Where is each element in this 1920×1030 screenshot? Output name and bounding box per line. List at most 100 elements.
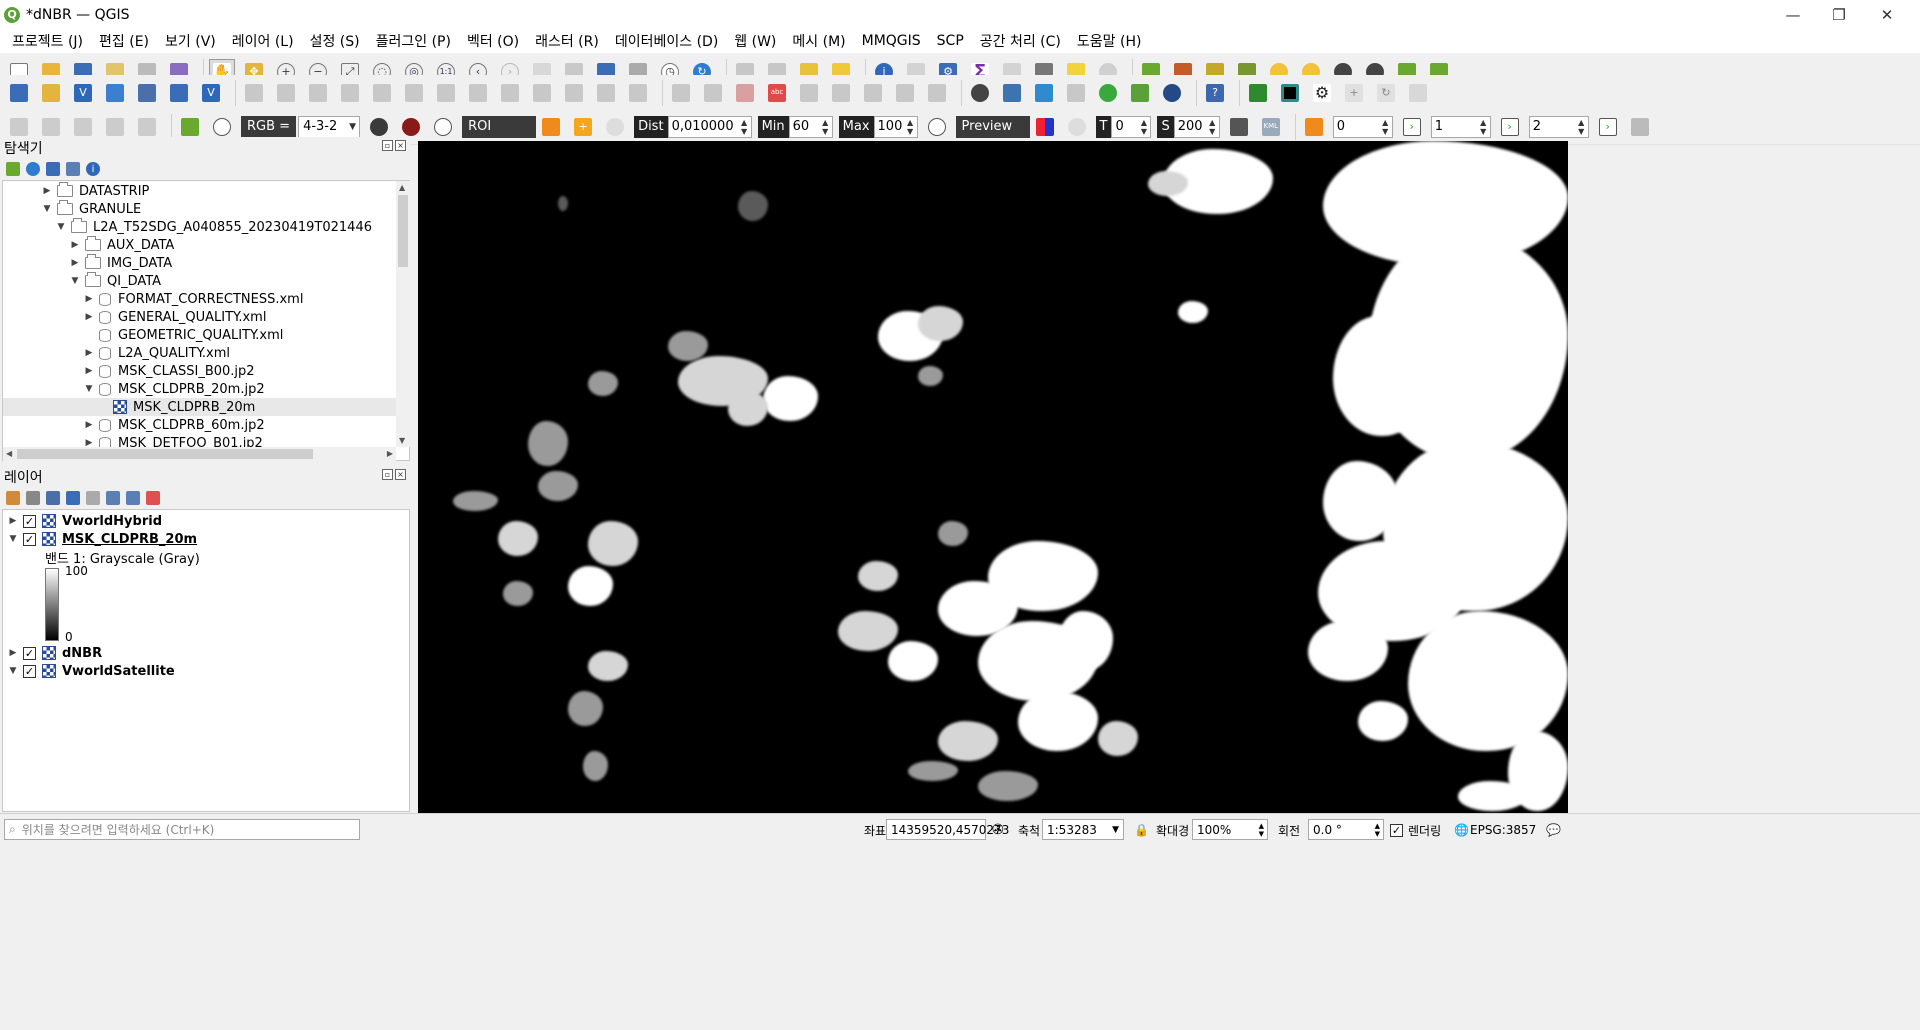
filter-browser-icon[interactable] bbox=[46, 162, 60, 176]
layer-row-vworldsatellite[interactable]: ▼ ✓ VworldSatellite bbox=[7, 662, 175, 680]
scp-roi-redo-circle-icon[interactable] bbox=[602, 114, 628, 140]
plugin-sync-icon[interactable] bbox=[1095, 80, 1121, 106]
scp-zoom-image-icon[interactable] bbox=[209, 114, 235, 140]
tree-item[interactable]: ▶ MSK_CLASSI_B00.jp2 bbox=[83, 362, 255, 380]
expand-all-icon[interactable] bbox=[106, 491, 120, 505]
label-move-icon[interactable] bbox=[796, 80, 822, 106]
chevron-down-icon[interactable]: ▼ bbox=[7, 534, 19, 544]
collapse-all-icon[interactable] bbox=[66, 162, 80, 176]
remove-layer-icon[interactable] bbox=[146, 491, 160, 505]
label-show-icon[interactable] bbox=[892, 80, 918, 106]
menu-plugins[interactable]: 플러그인 (P) bbox=[368, 31, 459, 51]
label-rotate-icon[interactable] bbox=[828, 80, 854, 106]
modify-attributes-icon[interactable] bbox=[433, 80, 459, 106]
chevron-down-icon[interactable]: ▼ bbox=[83, 384, 95, 394]
save-edits-icon[interactable] bbox=[305, 80, 331, 106]
band-a-input[interactable]: 0 ▲ ▼ bbox=[1332, 115, 1393, 138]
menu-layer[interactable]: 레이어 (L) bbox=[224, 31, 302, 51]
close-panel-icon[interactable]: × bbox=[395, 469, 406, 480]
label-tool-icon[interactable] bbox=[668, 80, 694, 106]
minimize-button[interactable]: — bbox=[1770, 0, 1816, 29]
coord-capture-icon[interactable] bbox=[967, 80, 993, 106]
tree-item[interactable]: ▶ MSK_CLDPRB_60m.jp2 bbox=[83, 416, 265, 434]
scroll-left-icon[interactable]: ◀ bbox=[6, 449, 12, 458]
chevron-right-icon[interactable]: ▶ bbox=[7, 516, 19, 526]
vertex-tool-icon[interactable] bbox=[401, 80, 427, 106]
copy-features-icon[interactable] bbox=[529, 80, 555, 106]
menu-database[interactable]: 데이터베이스 (D) bbox=[607, 31, 726, 51]
chevron-down-icon[interactable]: ▼ bbox=[55, 222, 67, 232]
scale-combo[interactable]: 1:53283 ▼ bbox=[1042, 819, 1124, 840]
add-line-icon[interactable] bbox=[369, 80, 395, 106]
scp-stretch-icon[interactable] bbox=[366, 114, 392, 140]
scroll-right-icon[interactable]: ▶ bbox=[387, 449, 393, 458]
rotation-spin[interactable]: 0.0 ° ▲ ▼ bbox=[1308, 819, 1384, 840]
menu-project[interactable]: 프로젝트 (J) bbox=[4, 31, 91, 51]
tree-item-selected[interactable]: MSK_CLDPRB_20m bbox=[3, 398, 396, 416]
scroll-thumb[interactable] bbox=[398, 195, 408, 267]
tree-item[interactable]: ▶ FORMAT_CORRECTNESS.xml bbox=[83, 290, 304, 308]
delete-selected-icon[interactable] bbox=[465, 80, 491, 106]
tree-item[interactable]: ▼ L2A_T52SDG_A040855_20230419T021446 bbox=[55, 218, 372, 236]
tree-item[interactable]: ▶ IMG_DATA bbox=[69, 254, 172, 272]
layer-visibility-checkbox[interactable]: ✓ bbox=[23, 532, 36, 546]
chevron-right-icon[interactable]: ▶ bbox=[7, 648, 19, 658]
scp-arrow-right-2-icon[interactable]: › bbox=[1497, 114, 1523, 140]
label-diagram-icon[interactable] bbox=[924, 80, 950, 106]
properties-info-icon[interactable]: i bbox=[86, 162, 100, 176]
layer-row-msk-cldprb[interactable]: ▼ ✓ MSK_CLDPRB_20m bbox=[7, 530, 198, 548]
plugin-globe-icon[interactable] bbox=[1159, 80, 1185, 106]
collapse-all-layers-icon[interactable] bbox=[126, 491, 140, 505]
chevron-right-icon[interactable]: ▶ bbox=[41, 186, 53, 196]
filter-expression-icon[interactable] bbox=[86, 491, 100, 505]
s-input[interactable]: 200 ▲ ▼ bbox=[1173, 115, 1220, 138]
scp-table-icon[interactable] bbox=[1627, 114, 1653, 140]
map-canvas[interactable] bbox=[418, 141, 1568, 813]
scp-settings-gear-icon[interactable]: ⚙ bbox=[1309, 80, 1335, 106]
browser-horizontal-scrollbar[interactable]: ◀ ▶ bbox=[3, 447, 396, 461]
chevron-down-icon[interactable]: ▼ bbox=[41, 204, 53, 214]
menu-processing[interactable]: 공간 처리 (C) bbox=[972, 31, 1069, 51]
add-wms-icon[interactable] bbox=[134, 80, 160, 106]
tree-item[interactable]: ▼ GRANULE bbox=[41, 200, 141, 218]
menu-raster[interactable]: 래스터 (R) bbox=[527, 31, 607, 51]
scp-roi-plus-icon[interactable]: + bbox=[570, 114, 596, 140]
label-pin-icon[interactable] bbox=[700, 80, 726, 106]
layer-visibility-checkbox[interactable]: ✓ bbox=[23, 514, 36, 528]
scp-roi-draw-icon[interactable] bbox=[538, 114, 564, 140]
dist-input[interactable]: 0,010000 ▲ ▼ bbox=[667, 115, 752, 138]
scp-preview-color-icon[interactable] bbox=[1032, 114, 1058, 140]
messages-icon[interactable]: 💬 bbox=[1546, 820, 1561, 840]
help-question-icon[interactable]: ? bbox=[1202, 80, 1228, 106]
close-panel-icon[interactable]: × bbox=[395, 140, 406, 151]
paste-features-icon[interactable] bbox=[561, 80, 587, 106]
plugin-layers-icon[interactable] bbox=[1127, 80, 1153, 106]
scp-bucket-icon[interactable] bbox=[1226, 114, 1252, 140]
layer-styling-icon[interactable] bbox=[6, 491, 20, 505]
scp-calc-grid-icon[interactable] bbox=[1301, 114, 1327, 140]
magnifier-spin[interactable]: 100% ▲ ▼ bbox=[1192, 819, 1268, 840]
render-checkbox[interactable]: ✓ bbox=[1390, 820, 1407, 840]
chevron-right-icon[interactable]: ▶ bbox=[83, 348, 95, 358]
scp-preview-redo-icon[interactable] bbox=[1064, 114, 1090, 140]
t-input[interactable]: 0 ▲ ▼ bbox=[1111, 115, 1152, 138]
add-spatialite-icon[interactable] bbox=[102, 80, 128, 106]
menu-view[interactable]: 보기 (V) bbox=[157, 31, 224, 51]
menu-help[interactable]: 도움말 (H) bbox=[1069, 31, 1150, 51]
tree-item[interactable]: ▶ L2A_QUALITY.xml bbox=[83, 344, 230, 362]
tree-item[interactable]: ▶ GENERAL_QUALITY.xml bbox=[83, 308, 267, 326]
python-console-icon[interactable] bbox=[999, 80, 1025, 106]
chevron-right-icon[interactable]: ▶ bbox=[83, 366, 95, 376]
menu-edit[interactable]: 편집 (E) bbox=[91, 31, 157, 51]
add-point-icon[interactable] bbox=[337, 80, 363, 106]
scp-roi-add-icon[interactable] bbox=[6, 114, 32, 140]
scroll-up-icon[interactable]: ▲ bbox=[399, 183, 405, 192]
maximize-button[interactable]: ❐ bbox=[1816, 0, 1862, 29]
undo-icon[interactable] bbox=[593, 80, 619, 106]
menu-vector[interactable]: 벡터 (O) bbox=[459, 31, 527, 51]
chevron-down-icon[interactable]: ▼ bbox=[69, 276, 81, 286]
toggle-editing-icon[interactable] bbox=[273, 80, 299, 106]
scp-reload-icon[interactable]: ↻ bbox=[1373, 80, 1399, 106]
scp-image-grid-icon[interactable] bbox=[177, 114, 203, 140]
layer-visibility-checkbox[interactable]: ✓ bbox=[23, 664, 36, 678]
